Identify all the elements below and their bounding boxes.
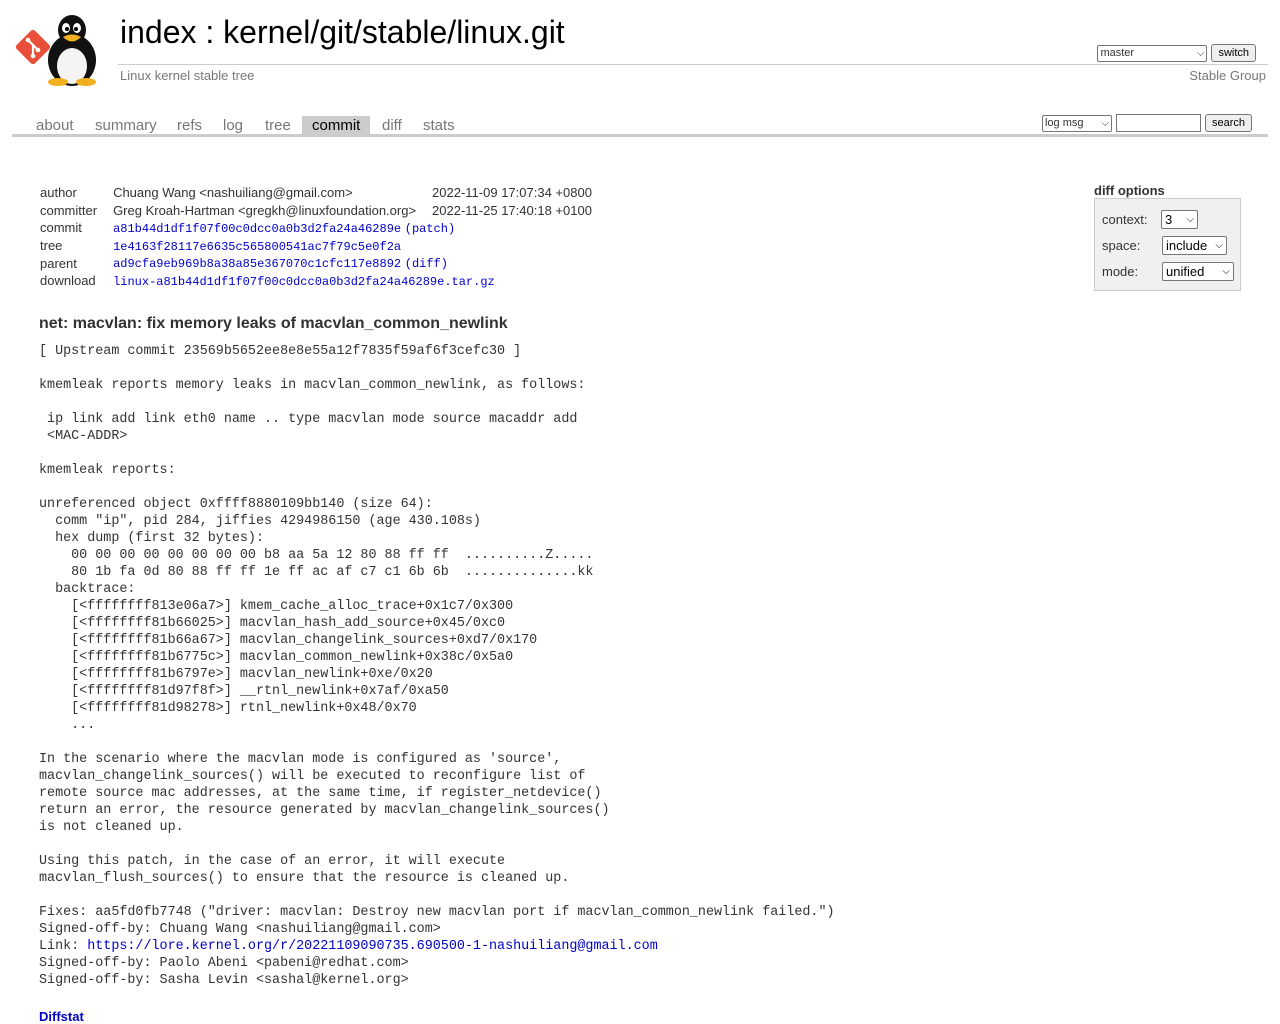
space-select[interactable]: include ⌵ (1162, 235, 1227, 255)
tab-refs[interactable]: refs (167, 116, 212, 136)
commit-message-trailers: Signed-off-by: Paolo Abeni <pabeni@redha… (39, 956, 409, 988)
mode-select[interactable]: unified ⌵ (1162, 261, 1234, 281)
author-date: 2022-11-09 17:07:34 +0800 (432, 185, 592, 201)
committer-label: committer (40, 202, 98, 218)
commit-subject: net: macvlan: fix memory leaks of macvla… (39, 315, 508, 332)
tab-about[interactable]: about (26, 116, 84, 136)
context-select[interactable]: 3 ⌵ (1161, 209, 1198, 229)
context-option: context: 3 ⌵ (1102, 209, 1234, 229)
repo-description: Linux kernel stable tree (120, 68, 255, 83)
tree-label: tree (40, 238, 63, 254)
switch-button[interactable]: switch (1211, 44, 1256, 62)
search-scope-select[interactable]: log msg ⌵ (1041, 114, 1112, 132)
search-input[interactable] (1115, 114, 1201, 132)
mode-label: mode: (1102, 263, 1139, 279)
chevron-down-icon: ⌵ (1101, 117, 1109, 129)
cgit-logo[interactable] (14, 10, 110, 86)
tab-tree[interactable]: tree (255, 116, 301, 136)
parent-row: parent ad9cfa9eb969b8a38a85e367070c1cfc1… (36, 254, 596, 272)
tree-row: tree 1e4163f28117e6635c565800541ac7f79c5… (36, 237, 596, 255)
page-title: index : kernel/git/stable/linux.git (120, 16, 565, 48)
space-value: include (1166, 237, 1208, 253)
branch-switch-form: master ⌵ switch (1097, 44, 1256, 62)
context-value: 3 (1165, 211, 1173, 227)
download-label: download (40, 273, 96, 289)
search-scope-value: log msg (1044, 117, 1084, 129)
commit-info-table: author Chuang Wang <nashuiliang@gmail.co… (36, 184, 596, 290)
tree-sha-link[interactable]: 1e4163f28117e6635c565800541ac7f79c5e0f2a (113, 240, 401, 254)
patch-link[interactable]: patch (412, 222, 448, 236)
tab-stats[interactable]: stats (413, 116, 465, 136)
diff-options-panel: context: 3 ⌵ space: include ⌵ mode: unif… (1094, 198, 1241, 291)
tab-summary[interactable]: summary (85, 116, 167, 136)
tab-log[interactable]: log (213, 116, 253, 136)
index-link[interactable]: index (120, 14, 197, 50)
chevron-down-icon: ⌵ (1186, 213, 1194, 225)
commit-label: commit (40, 220, 82, 236)
space-option: space: include ⌵ (1102, 235, 1234, 255)
branch-select-value: master (1100, 47, 1135, 59)
parent-label: parent (40, 255, 77, 271)
committer-value: Greg Kroah-Hartman <gregkh@linuxfoundati… (113, 202, 417, 218)
parent-diff-link[interactable]: diff (412, 257, 441, 271)
lore-link[interactable]: https://lore.kernel.org/r/20221109090735… (87, 939, 658, 954)
download-row: download linux-a81b44d1df1f07f00c0dcc0a0… (36, 272, 596, 290)
diffstat-link[interactable]: Diffstat (39, 1009, 84, 1024)
parent-sha-link[interactable]: ad9cfa9eb969b8a38a85e367070c1cfc117e8892 (113, 257, 401, 271)
branch-select[interactable]: master ⌵ (1097, 44, 1208, 62)
diff-options-title: diff options (1094, 183, 1165, 198)
search-form: log msg ⌵ search (1041, 114, 1252, 132)
chevron-down-icon: ⌵ (1222, 265, 1230, 277)
title-separator: : (196, 14, 224, 50)
search-button[interactable]: search (1204, 114, 1252, 132)
commit-message-body: [ Upstream commit 23569b5652ee8e8e55a12f… (39, 344, 835, 954)
mode-option: mode: unified ⌵ (1102, 261, 1234, 281)
tab-diff[interactable]: diff (372, 116, 412, 136)
repo-owner: Stable Group (1189, 68, 1266, 83)
commit-row: commit a81b44d1df1f07f00c0dcc0a0b3d2fa24… (36, 219, 596, 237)
committer-date: 2022-11-25 17:40:18 +0100 (432, 202, 592, 218)
header-divider (118, 64, 1268, 65)
chevron-down-icon: ⌵ (1215, 239, 1223, 251)
commit-sha-link[interactable]: a81b44d1df1f07f00c0dcc0a0b3d2fa24a46289e (113, 222, 401, 236)
space-label: space: (1102, 237, 1141, 253)
git-logo-icon (15, 29, 51, 65)
chevron-down-icon: ⌵ (1196, 47, 1205, 59)
committer-row: committer Greg Kroah-Hartman <gregkh@lin… (36, 202, 596, 220)
author-value: Chuang Wang <nashuiliang@gmail.com> (113, 185, 353, 201)
repo-link[interactable]: kernel/git/stable/linux.git (223, 14, 565, 50)
tab-commit[interactable]: commit (302, 116, 371, 136)
tux-penguin-icon (48, 15, 96, 86)
author-label: author (40, 185, 77, 201)
commit-message: [ Upstream commit 23569b5652ee8e8e55a12f… (39, 343, 835, 989)
author-row: author Chuang Wang <nashuiliang@gmail.co… (36, 184, 596, 202)
mode-value: unified (1166, 263, 1205, 279)
context-label: context: (1102, 211, 1148, 227)
download-tarball-link[interactable]: linux-a81b44d1df1f07f00c0dcc0a0b3d2fa24a… (113, 275, 495, 289)
